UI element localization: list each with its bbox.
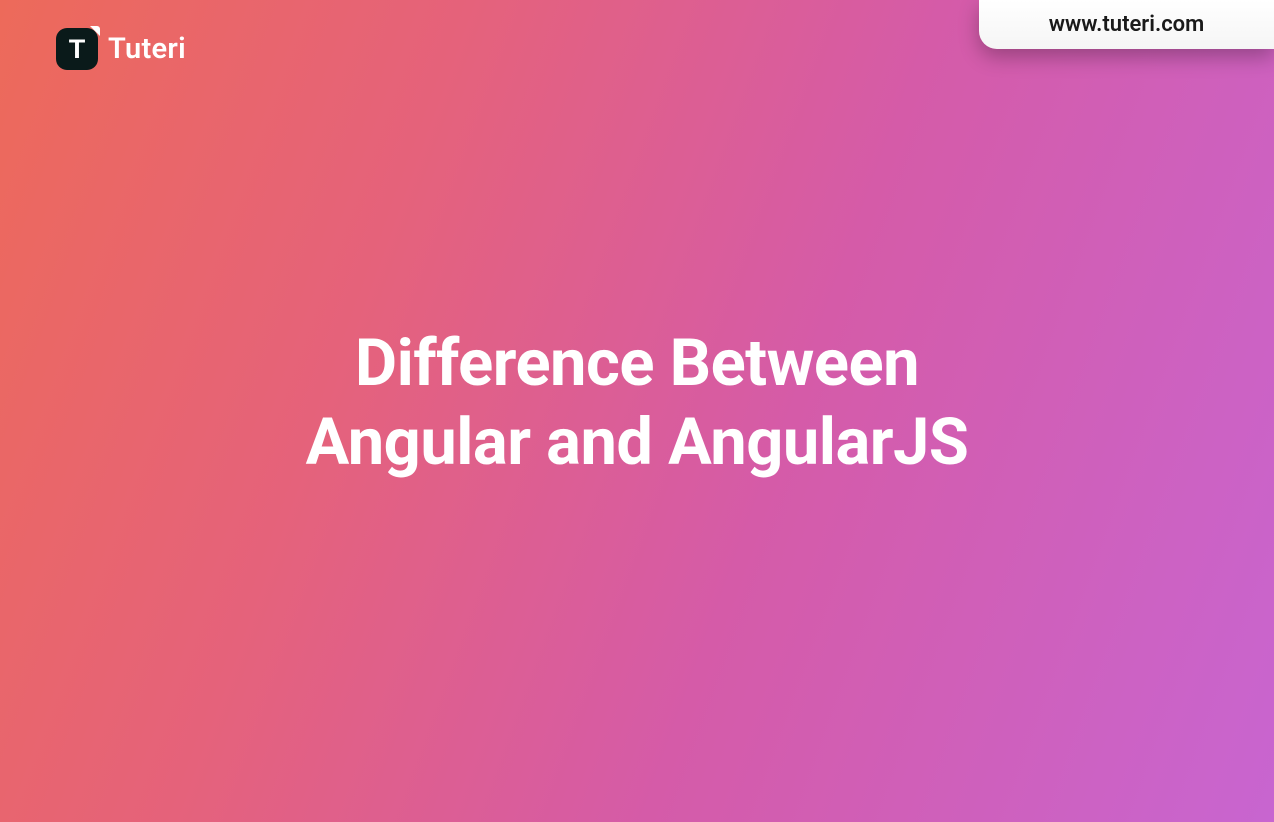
url-badge: www.tuteri.com [979,0,1274,49]
logo-brand-text: Tuteri [108,32,186,66]
logo-icon: T [56,28,98,70]
logo-letter: T [69,34,86,65]
page-title-container: Difference Between Angular and AngularJS [64,324,1211,483]
page-title: Difference Between Angular and AngularJS [64,324,1211,483]
title-line-1: Difference Between [355,325,919,401]
title-line-2: Angular and AngularJS [306,404,969,480]
logo-container: T Tuteri [56,28,186,70]
url-text: www.tuteri.com [1049,12,1204,37]
